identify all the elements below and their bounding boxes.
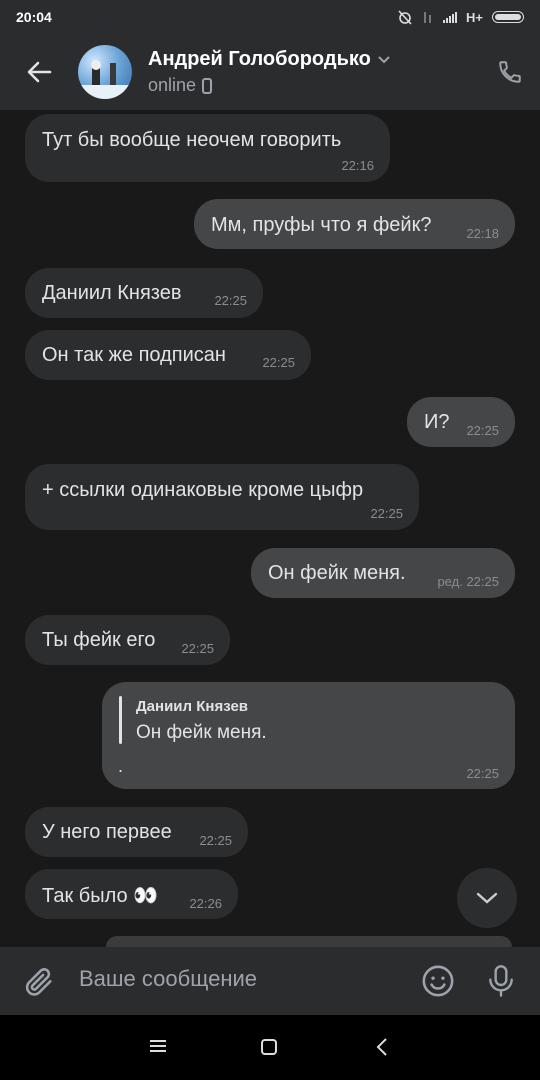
message-time: 22:26 xyxy=(189,896,222,911)
status-icons: H+ xyxy=(397,9,524,25)
message-text: У него первее xyxy=(42,821,172,843)
home-icon xyxy=(261,1039,277,1055)
voice-message-button[interactable] xyxy=(485,963,517,1004)
message-bubble-reply[interactable]: Даниил Князев Он фейк меня. . 22:25 xyxy=(102,682,515,789)
edited-label: ред. xyxy=(437,574,463,589)
message-bubble[interactable]: + ссылки одинаковые кроме цыфр 22:25 xyxy=(25,464,419,530)
chevron-down-icon xyxy=(476,892,498,904)
message-time: 22:25 xyxy=(214,293,247,308)
message-text: Он фейк меня. xyxy=(268,562,406,584)
reply-quote-bar xyxy=(119,696,122,744)
message-bubble[interactable]: Он так же подписан 22:25 xyxy=(25,330,311,380)
phone-icon xyxy=(499,61,521,83)
network-type: H+ xyxy=(466,9,483,25)
back-button[interactable] xyxy=(0,34,78,110)
system-back-button[interactable] xyxy=(375,1037,389,1062)
avatar-image xyxy=(78,60,132,99)
message-text: Ты фейк его xyxy=(42,629,156,651)
chat-title[interactable]: Андрей Голобородько online xyxy=(148,48,480,96)
system-nav-bar xyxy=(0,1015,540,1080)
message-time: 22:25 xyxy=(466,574,499,589)
message-time: 22:25 xyxy=(466,766,499,781)
reply-author: Даниил Князев xyxy=(136,698,249,715)
presence-status: online xyxy=(148,75,197,95)
message-bubble[interactable]: Тут бы вообще неочем говорить 22:16 xyxy=(25,114,390,182)
chevron-down-icon xyxy=(378,55,390,63)
emoji-button[interactable] xyxy=(421,964,455,1003)
status-time: 20:04 xyxy=(16,9,52,25)
menu-button[interactable] xyxy=(148,1038,168,1059)
message-text: + ссылки одинаковые кроме цыфр xyxy=(42,479,364,501)
menu-icon xyxy=(150,1040,166,1052)
message-time: 22:18 xyxy=(466,226,499,241)
message-text: Даниил Князев xyxy=(42,282,182,304)
reply-text: Он фейк меня. xyxy=(136,722,267,743)
message-text: Так было 👀 xyxy=(42,885,159,907)
message-time: 22:25 xyxy=(262,355,295,370)
message-text: И? xyxy=(424,411,450,433)
chevron-left-icon xyxy=(376,1038,387,1056)
paperclip-icon xyxy=(25,968,52,996)
message-bubble[interactable]: Он фейк меня. ред. 22:25 xyxy=(251,548,515,598)
message-bubble[interactable]: Даниил Князев 22:25 xyxy=(25,268,263,318)
home-button[interactable] xyxy=(260,1038,278,1061)
signal-off-icon xyxy=(424,12,432,23)
battery-icon xyxy=(492,11,524,23)
message-input[interactable]: Ваше сообщение xyxy=(79,966,257,992)
message-text: Мм, пруфы что я фейк? xyxy=(211,214,432,236)
message-time: 22:16 xyxy=(341,158,374,173)
mobile-icon xyxy=(202,77,213,94)
chat-header: Андрей Голобородько online xyxy=(0,34,540,110)
status-bar: 20:04 H+ xyxy=(0,0,540,34)
message-time-edited: ред. 22:25 xyxy=(437,574,499,589)
message-bubble[interactable]: Ты фейк его 22:25 xyxy=(25,615,230,665)
alarm-off-icon xyxy=(398,10,412,25)
message-bubble[interactable]: У него первее 22:25 xyxy=(25,807,248,857)
message-text: Тут бы вообще неочем говорить xyxy=(42,129,342,151)
microphone-icon xyxy=(489,965,513,997)
message-time: 22:25 xyxy=(181,641,214,656)
avatar[interactable] xyxy=(78,45,132,99)
message-time: 22:25 xyxy=(199,833,232,848)
message-bubble[interactable]: Мм, пруфы что я фейк? 22:18 xyxy=(194,199,515,249)
call-button[interactable] xyxy=(480,34,540,110)
scroll-down-button[interactable] xyxy=(457,868,517,928)
message-text: . xyxy=(118,756,124,776)
message-time: 22:25 xyxy=(466,423,499,438)
message-bubble[interactable]: Так было 👀 22:26 xyxy=(25,869,238,919)
contact-name: Андрей Голобородько xyxy=(148,48,371,70)
arrow-left-icon xyxy=(27,61,52,83)
message-text: Он так же подписан xyxy=(42,344,226,366)
signal-icon xyxy=(443,11,458,23)
message-bubble[interactable]: И? 22:25 xyxy=(407,397,515,447)
message-time: 22:25 xyxy=(370,506,403,521)
smile-icon xyxy=(422,965,454,997)
attach-button[interactable] xyxy=(22,965,56,1004)
